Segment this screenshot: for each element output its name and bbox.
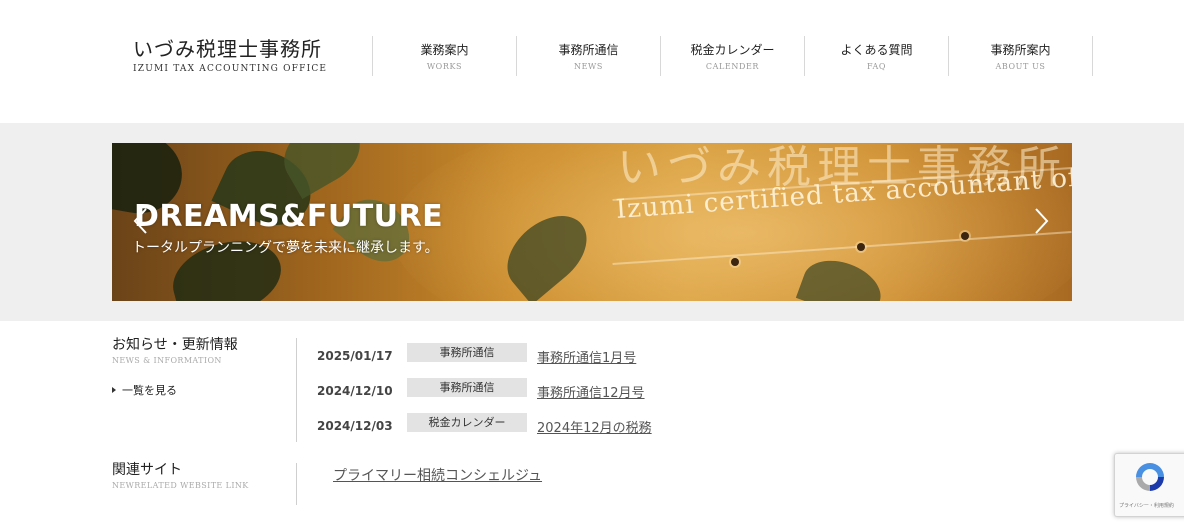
nav-label: 事務所通信 bbox=[558, 43, 619, 57]
nav-label: 事務所案内 bbox=[990, 43, 1051, 57]
site-header: いづみ税理士事務所 IZUMI TAX ACCOUNTING OFFICE 業務… bbox=[0, 0, 1184, 123]
banner-title: DREAMS&FUTURE bbox=[134, 199, 444, 234]
nav-label: 税金カレンダー bbox=[690, 43, 775, 57]
logo-subtitle: IZUMI TAX ACCOUNTING OFFICE bbox=[133, 64, 328, 74]
news-date: 2024/12/03 bbox=[317, 419, 393, 433]
news-category-badge: 事務所通信 bbox=[407, 343, 527, 362]
related-site-link[interactable]: プライマリー相続コンシェルジュ bbox=[333, 465, 542, 485]
nav-label: 業務案内 bbox=[420, 43, 469, 57]
slider-next-button[interactable] bbox=[1030, 207, 1052, 235]
news-date: 2024/12/10 bbox=[317, 384, 393, 398]
nav-item-faq[interactable]: よくある質問 FAQ bbox=[804, 36, 948, 76]
chevron-left-icon bbox=[133, 208, 147, 234]
news-link[interactable]: 2024年12月の税務 bbox=[537, 417, 652, 436]
slider-prev-button[interactable] bbox=[130, 207, 152, 235]
logo-title: いづみ税理士事務所 bbox=[133, 37, 322, 61]
recaptcha-icon bbox=[1136, 463, 1164, 491]
news-date: 2025/01/17 bbox=[317, 349, 393, 363]
nav-label-en: NEWS bbox=[574, 62, 603, 71]
nav-label-en: WORKS bbox=[426, 62, 463, 71]
chevron-right-icon bbox=[1035, 208, 1049, 234]
nav-label-en: FAQ bbox=[867, 62, 886, 71]
news-section-heading: お知らせ・更新情報 NEWS & INFORMATION bbox=[112, 337, 238, 365]
news-category-badge: 事務所通信 bbox=[407, 378, 527, 397]
global-nav: 業務案内 WORKS 事務所通信 NEWS 税金カレンダー CALENDER よ… bbox=[372, 36, 1093, 78]
sign-screw bbox=[731, 258, 739, 266]
nav-item-news[interactable]: 事務所通信 NEWS bbox=[516, 36, 660, 76]
triangle-right-icon bbox=[112, 387, 116, 393]
news-link[interactable]: 事務所通信12月号 bbox=[537, 382, 645, 401]
divider bbox=[296, 338, 297, 442]
recaptcha-badge[interactable]: プライバシー・利用規約 bbox=[1114, 453, 1184, 517]
related-title-en: NEWRELATED WEBSITE LINK bbox=[112, 481, 249, 490]
news-category-badge: 税金カレンダー bbox=[407, 413, 527, 432]
site-logo[interactable]: いづみ税理士事務所 IZUMI TAX ACCOUNTING OFFICE bbox=[133, 36, 333, 74]
nav-label: よくある質問 bbox=[840, 43, 913, 57]
related-title: 関連サイト bbox=[112, 462, 182, 478]
sign-screw bbox=[857, 243, 865, 251]
nav-label-en: ABOUT US bbox=[995, 62, 1046, 71]
nav-item-works[interactable]: 業務案内 WORKS bbox=[372, 36, 516, 76]
sign-screw bbox=[961, 232, 969, 240]
nav-label-en: CALENDER bbox=[705, 62, 760, 71]
recaptcha-terms[interactable]: プライバシー・利用規約 bbox=[1119, 502, 1174, 509]
nav-item-about[interactable]: 事務所案内 ABOUT US bbox=[948, 36, 1093, 76]
related-section-heading: 関連サイト NEWRELATED WEBSITE LINK bbox=[112, 462, 249, 490]
view-all-link[interactable]: 一覧を見る bbox=[112, 382, 177, 398]
divider bbox=[296, 463, 297, 505]
news-title: お知らせ・更新情報 bbox=[112, 337, 238, 353]
view-all-label: 一覧を見る bbox=[122, 384, 177, 397]
hero-slider: いづみ税理士事務所 Izumi certified tax accountant… bbox=[112, 143, 1072, 301]
nav-item-calendar[interactable]: 税金カレンダー CALENDER bbox=[660, 36, 804, 76]
news-link[interactable]: 事務所通信1月号 bbox=[537, 347, 636, 366]
banner-subtitle: トータルプランニングで夢を未来に継承します。 bbox=[132, 240, 439, 256]
news-title-en: NEWS & INFORMATION bbox=[112, 356, 222, 365]
